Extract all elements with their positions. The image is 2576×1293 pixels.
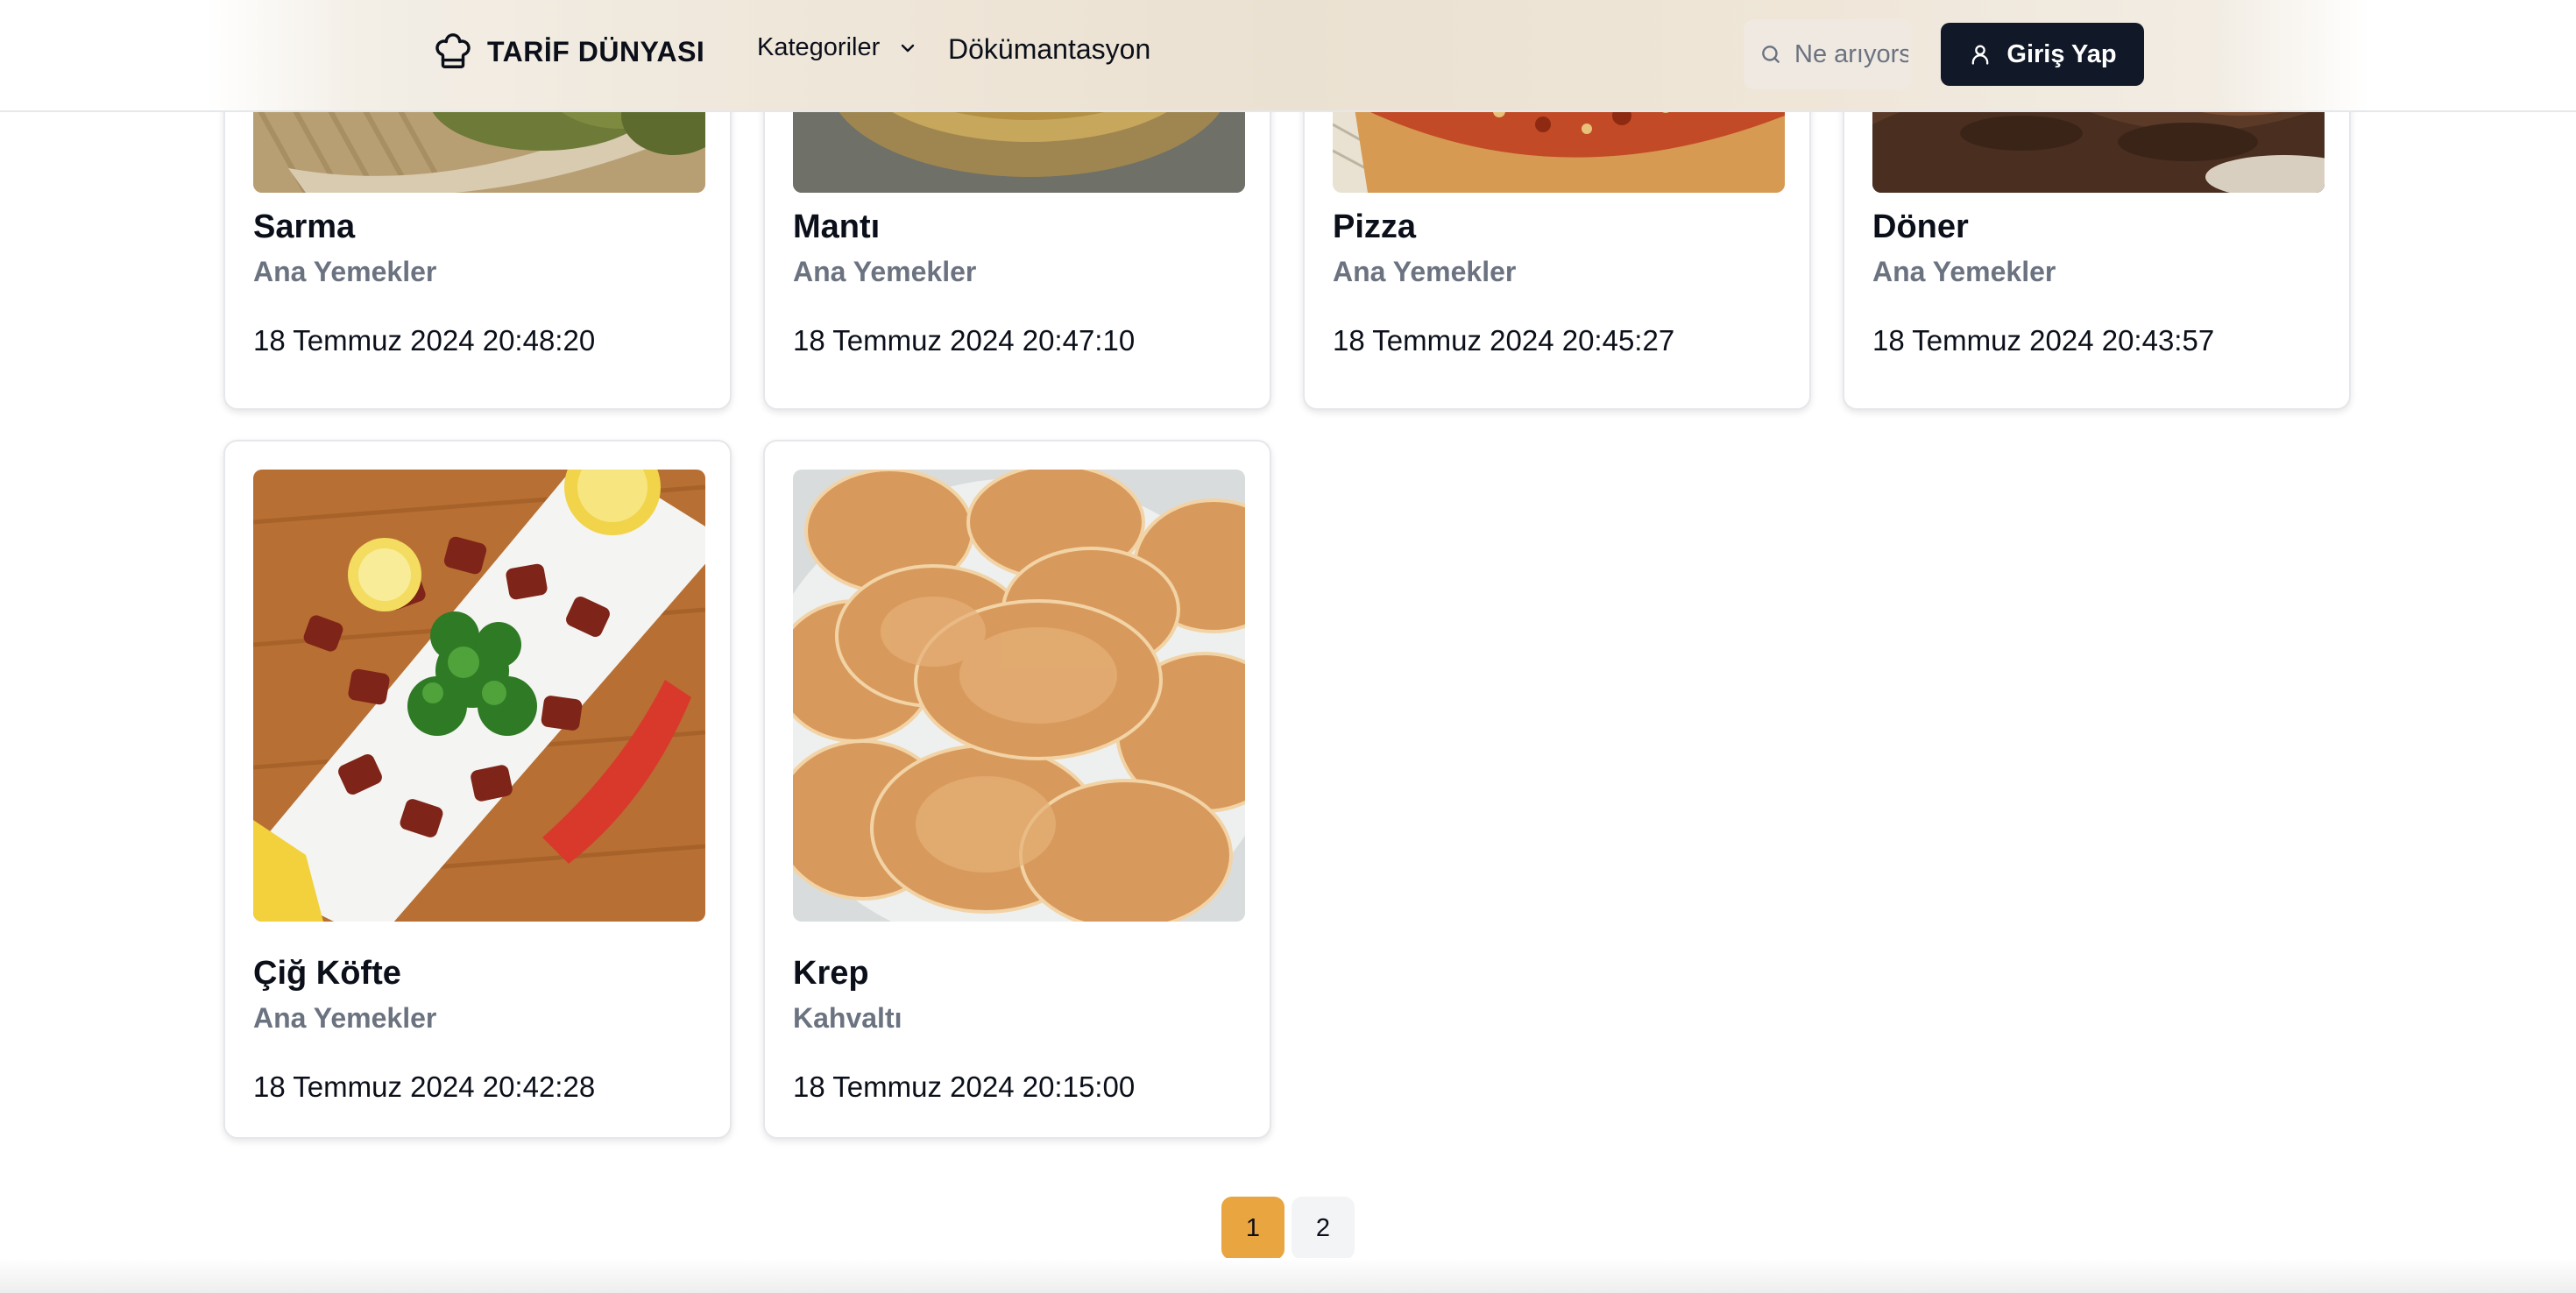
footer-edge	[0, 1258, 2576, 1293]
chevron-down-icon	[902, 44, 915, 52]
recipe-date: 18 Temmuz 2024 20:48:20	[253, 324, 596, 357]
recipe-title: Sarma	[253, 208, 356, 245]
nav-documentation-link[interactable]: Dökümantasyon	[948, 33, 1150, 66]
page-button-2[interactable]: 2	[1292, 1197, 1355, 1260]
recipe-category: Ana Yemekler	[1872, 256, 2056, 287]
search-box[interactable]	[1744, 19, 1912, 89]
site-logo[interactable]: TARİF DÜNYASI	[433, 32, 704, 72]
chef-hat-icon	[435, 33, 471, 68]
nav-categories-label: Kategoriler	[757, 33, 881, 61]
recipe-category: Kahvaltı	[793, 1002, 902, 1034]
user-icon	[1972, 45, 1989, 65]
recipe-category: Ana Yemekler	[1333, 256, 1517, 287]
search-input[interactable]	[1793, 39, 1910, 70]
recipe-title: Döner	[1872, 208, 1969, 245]
recipe-date: 18 Temmuz 2024 20:15:00	[793, 1070, 1136, 1103]
recipe-date: 18 Temmuz 2024 20:45:27	[1333, 324, 1675, 357]
recipe-date: 18 Temmuz 2024 20:42:28	[253, 1070, 596, 1103]
recipe-title: Mantı	[793, 208, 881, 245]
top-navbar: TARİF DÜNYASI Kategoriler Dökümantasyon …	[0, 0, 2576, 112]
recipe-image-cig-kofte	[253, 470, 705, 922]
recipe-card[interactable]: Çiğ Köfte Ana Yemekler 18 Temmuz 2024 20…	[223, 440, 732, 1139]
login-button-label: Giriş Yap	[2006, 39, 2117, 68]
recipe-date: 18 Temmuz 2024 20:43:57	[1872, 324, 2215, 357]
search-icon	[1762, 46, 1780, 63]
recipe-category: Ana Yemekler	[253, 256, 437, 287]
recipe-title: Pizza	[1333, 208, 1417, 245]
nav-categories-dropdown[interactable]: Kategoriler	[757, 33, 918, 62]
recipe-title: Krep	[793, 955, 869, 992]
page-button-1[interactable]: 1	[1221, 1197, 1284, 1260]
recipe-date: 18 Temmuz 2024 20:47:10	[793, 324, 1136, 357]
recipe-card[interactable]: Krep Kahvaltı 18 Temmuz 2024 20:15:00	[763, 440, 1271, 1139]
recipe-category: Ana Yemekler	[253, 1002, 437, 1034]
site-title: TARİF DÜNYASI	[487, 35, 705, 67]
recipe-title: Çiğ Köfte	[253, 955, 401, 992]
recipe-category: Ana Yemekler	[793, 256, 977, 287]
recipe-image-krep	[793, 470, 1245, 922]
login-button[interactable]: Giriş Yap	[1941, 23, 2144, 86]
